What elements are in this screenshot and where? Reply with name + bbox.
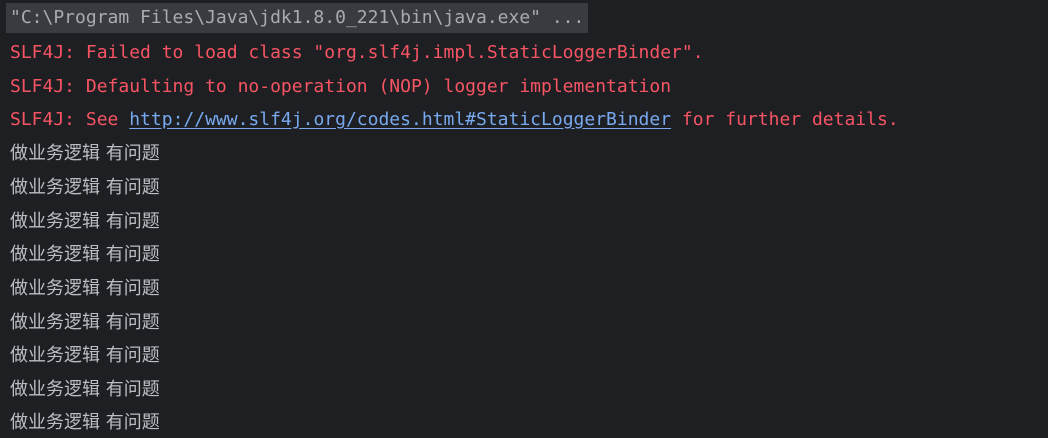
- slf4j-link[interactable]: http://www.slf4j.org/codes.html#StaticLo…: [129, 109, 671, 130]
- command-line[interactable]: "C:\Program Files\Java\jdk1.8.0_221\bin\…: [6, 3, 589, 33]
- error-line: SLF4J: Failed to load class "org.slf4j.i…: [10, 42, 704, 63]
- error-line: SLF4J: Defaulting to no-operation (NOP) …: [10, 76, 672, 97]
- error-line: SLF4J: See http://www.slf4j.org/codes.ht…: [10, 105, 899, 135]
- output-line: 做业务逻辑 有问题: [10, 211, 160, 232]
- output-line: 做业务逻辑 有问题: [10, 412, 160, 433]
- output-line: 做业务逻辑 有问题: [10, 143, 160, 164]
- output-line: 做业务逻辑 有问题: [10, 177, 160, 198]
- output-line: 做业务逻辑 有问题: [10, 379, 160, 400]
- error-suffix: for further details.: [671, 109, 899, 130]
- output-line: 做业务逻辑 有问题: [10, 312, 160, 333]
- output-line: 做业务逻辑 有问题: [10, 244, 160, 265]
- error-prefix: SLF4J: See: [10, 109, 130, 130]
- output-line: 做业务逻辑 有问题: [10, 345, 160, 366]
- output-line: 做业务逻辑 有问题: [10, 278, 160, 299]
- console-output[interactable]: "C:\Program Files\Java\jdk1.8.0_221\bin\…: [0, 0, 1048, 438]
